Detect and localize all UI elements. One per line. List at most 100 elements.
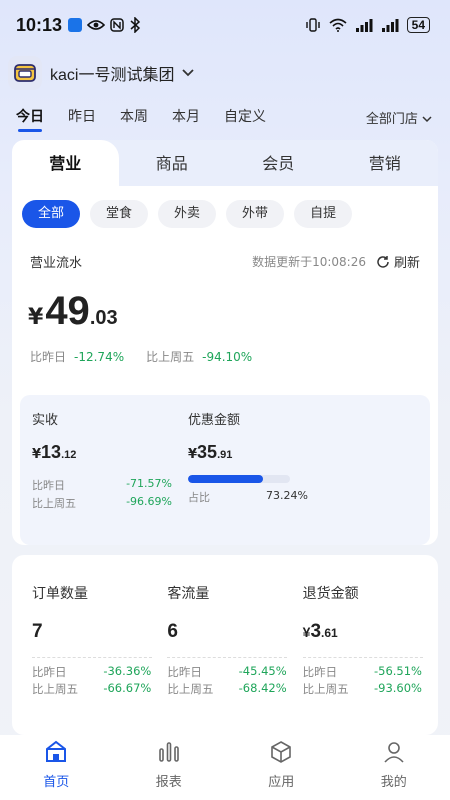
bottom-nav: 首页 报表 应用 我的 <box>0 735 450 800</box>
flow-title: 营业流水 <box>30 256 83 271</box>
cmp-yesterday-label: 比昨日 <box>32 665 67 679</box>
received-cmp-lastweek-value: -96.69% <box>126 495 172 508</box>
main-tabs: 营业 商品 会员 营销 <box>12 140 438 186</box>
refresh-button[interactable]: 刷新 <box>376 252 420 271</box>
status-time: 10:13 <box>16 14 63 35</box>
metrics-card: 订单数量 7 比昨日 -36.36% 比上周五 -66.67% 客流量 6 比昨日 -… <box>12 555 438 735</box>
period-tabs: 今日 昨日 本周 本月 自定义 全部门店 <box>0 104 450 134</box>
refresh-label: 刷新 <box>393 256 420 271</box>
divider <box>302 657 423 658</box>
channel-all[interactable]: 全部 <box>22 200 81 228</box>
home-icon <box>46 740 67 762</box>
nav-apps[interactable]: 应用 <box>225 735 338 800</box>
divider <box>32 657 152 658</box>
nav-label: 我的 <box>380 775 407 790</box>
cmp-lastweek-label: 比上周五 <box>32 682 78 696</box>
metric-label: 客流量 <box>167 586 210 602</box>
channel-dine-in[interactable]: 堂食 <box>90 200 149 228</box>
revenue-integer: 49 <box>45 289 90 333</box>
tab-marketing[interactable]: 营销 <box>332 140 439 186</box>
store-select-label: 全部门店 <box>365 112 418 127</box>
revenue-decimal: .03 <box>89 307 118 329</box>
cmp-lastweek-label: 比上周五 <box>146 350 195 364</box>
tab-custom[interactable]: 自定义 <box>224 106 266 132</box>
cmp-lastweek-value: -68.42% <box>238 681 287 695</box>
channel-pickup[interactable]: 自提 <box>294 200 353 228</box>
cmp-yesterday-label: 比昨日 <box>167 665 202 679</box>
discount-block: 优惠金额 ¥ 35 .91 占比 73.24% <box>188 409 308 511</box>
discount-decimal: .91 <box>217 449 233 461</box>
revenue-amount: ¥ 49 .03 <box>12 271 438 334</box>
received-block: 实收 ¥ 13 .12 比昨日 -71.57% 比上周五 -96.69% <box>32 409 172 511</box>
discount-integer: 35 <box>197 442 218 462</box>
cmp-yesterday-value: -45.45% <box>238 664 287 678</box>
currency-symbol: ¥ <box>32 447 42 462</box>
received-cmp-yesterday-label: 比昨日 <box>32 479 65 492</box>
vibrate-icon <box>305 18 320 32</box>
tab-members[interactable]: 会员 <box>225 140 332 186</box>
divider <box>167 657 288 658</box>
metric-orders[interactable]: 订单数量 7 比昨日 -36.36% 比上周五 -66.67% <box>32 555 167 697</box>
metric-decimal: .61 <box>321 626 338 640</box>
cmp-lastweek-label: 比上周五 <box>302 682 349 696</box>
signal-icon <box>381 19 399 32</box>
nav-report[interactable]: 报表 <box>113 735 226 800</box>
nfc-icon <box>110 18 124 32</box>
cmp-yesterday-value: -12.74% <box>74 350 125 364</box>
tab-business[interactable]: 营业 <box>12 140 119 186</box>
chevron-down-icon <box>182 69 195 77</box>
metric-value: 6 <box>167 621 178 642</box>
cmp-lastweek-label: 比上周五 <box>167 682 214 696</box>
metric-returns[interactable]: 退货金额 ¥ 3 .61 比昨日 -56.51% 比上周五 -93.60% <box>302 555 438 697</box>
store-logo-icon <box>8 56 42 90</box>
discount-ratio-fill <box>188 475 263 483</box>
discount-label: 优惠金额 <box>188 413 241 428</box>
received-decimal: .12 <box>61 449 77 461</box>
nav-label: 报表 <box>155 775 182 790</box>
cmp-yesterday-label: 比昨日 <box>302 665 338 679</box>
app-icon <box>68 18 83 32</box>
battery-icon: 54 <box>406 17 430 33</box>
tab-yesterday[interactable]: 昨日 <box>68 106 96 132</box>
cmp-yesterday: 比昨日 -12.74% <box>30 348 124 365</box>
nav-label: 应用 <box>268 775 295 790</box>
apps-icon <box>271 741 292 763</box>
cmp-yesterday-label: 比昨日 <box>30 350 67 364</box>
report-icon <box>158 742 179 762</box>
discount-ratio-bar <box>188 475 290 483</box>
currency-symbol: ¥ <box>188 447 198 462</box>
tab-today[interactable]: 今日 <box>16 106 44 132</box>
channel-takeaway[interactable]: 外带 <box>226 200 285 228</box>
wifi-icon <box>329 18 347 32</box>
refresh-icon <box>377 255 389 268</box>
org-switcher[interactable]: kaci一号测试集团 <box>8 56 195 90</box>
discount-ratio-label: 占比 <box>188 491 210 504</box>
received-integer: 13 <box>41 442 62 462</box>
tab-this-week[interactable]: 本周 <box>120 106 148 132</box>
cmp-lastweek-value: -93.60% <box>373 681 422 695</box>
nav-label: 首页 <box>43 775 70 790</box>
signal-icon <box>355 19 373 32</box>
received-label: 实收 <box>32 413 59 428</box>
status-bar: 10:13 54 <box>0 0 450 50</box>
bluetooth-icon <box>130 17 141 33</box>
metric-traffic[interactable]: 客流量 6 比昨日 -45.45% 比上周五 -68.42% <box>167 555 302 697</box>
tab-this-month[interactable]: 本月 <box>172 106 200 132</box>
discount-ratio-value: 73.24% <box>266 489 308 502</box>
currency-symbol: ¥ <box>302 624 311 640</box>
business-card: 营业 商品 会员 营销 全部 堂食 外卖 外带 自提 营业流水 数据更新于10:… <box>12 140 438 545</box>
nav-profile[interactable]: 我的 <box>338 735 450 800</box>
cmp-lastweek-value: -66.67% <box>103 681 152 695</box>
tab-products[interactable]: 商品 <box>119 140 226 186</box>
cmp-yesterday-value: -56.51% <box>373 664 422 678</box>
chevron-down-icon <box>422 116 432 123</box>
eye-icon <box>87 20 106 30</box>
cmp-lastweek: 比上周五 -94.10% <box>146 348 252 365</box>
channel-delivery[interactable]: 外卖 <box>158 200 217 228</box>
profile-icon <box>384 742 404 763</box>
store-select[interactable]: 全部门店 <box>366 108 432 127</box>
nav-home[interactable]: 首页 <box>0 735 113 800</box>
org-name: kaci一号测试集团 <box>50 67 175 84</box>
received-cmp-lastweek-label: 比上周五 <box>32 497 76 510</box>
metric-label: 订单数量 <box>32 586 88 602</box>
